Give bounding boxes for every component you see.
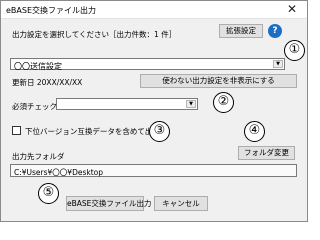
compat-label[interactable]: 下位バージョン互換データを含めて出力 — [25, 126, 160, 137]
callout-marker-2: ② — [213, 92, 234, 113]
change-folder-button[interactable]: フォルダ変更 — [238, 146, 295, 160]
output-setting-value: 〇〇送信設定 — [14, 62, 62, 71]
title-bar: eBASE交換ファイル出力 ✕ — [1, 1, 307, 19]
help-icon[interactable]: ? — [268, 24, 282, 38]
chevron-down-icon[interactable]: ▼ — [186, 100, 196, 108]
close-icon[interactable]: ✕ — [281, 2, 303, 17]
extended-settings-button[interactable]: 拡張設定 — [219, 24, 263, 38]
callout-marker-4: ④ — [244, 121, 265, 142]
export-button[interactable]: eBASE交換ファイル出力 — [66, 196, 151, 211]
cancel-button[interactable]: キャンセル — [154, 196, 208, 211]
window-title: eBASE交換ファイル出力 — [6, 6, 97, 15]
settings-prompt: 出力設定を選択してください［出力件数：1 件］ — [12, 30, 177, 39]
required-check-label: 必須チェック — [12, 102, 57, 111]
output-setting-select[interactable]: 〇〇送信設定 ▼ — [10, 58, 285, 71]
output-folder-label: 出力先フォルダ — [12, 152, 65, 161]
chevron-down-icon[interactable]: ▼ — [273, 60, 283, 68]
updated-date: 更新日 20XX/XX/XX — [12, 78, 83, 87]
required-check-select[interactable]: ▼ — [56, 98, 198, 110]
hide-unused-settings-button[interactable]: 使わない出力設定を非表示にする — [140, 74, 297, 88]
callout-marker-5: ⑤ — [38, 183, 59, 204]
output-folder-path: C:¥Users¥〇〇¥Desktop — [10, 164, 297, 177]
callout-marker-1: ① — [284, 40, 305, 61]
output-folder-path-value: C:¥Users¥〇〇¥Desktop — [14, 168, 104, 177]
callout-marker-3: ③ — [149, 121, 170, 142]
compat-checkbox[interactable] — [12, 126, 21, 135]
